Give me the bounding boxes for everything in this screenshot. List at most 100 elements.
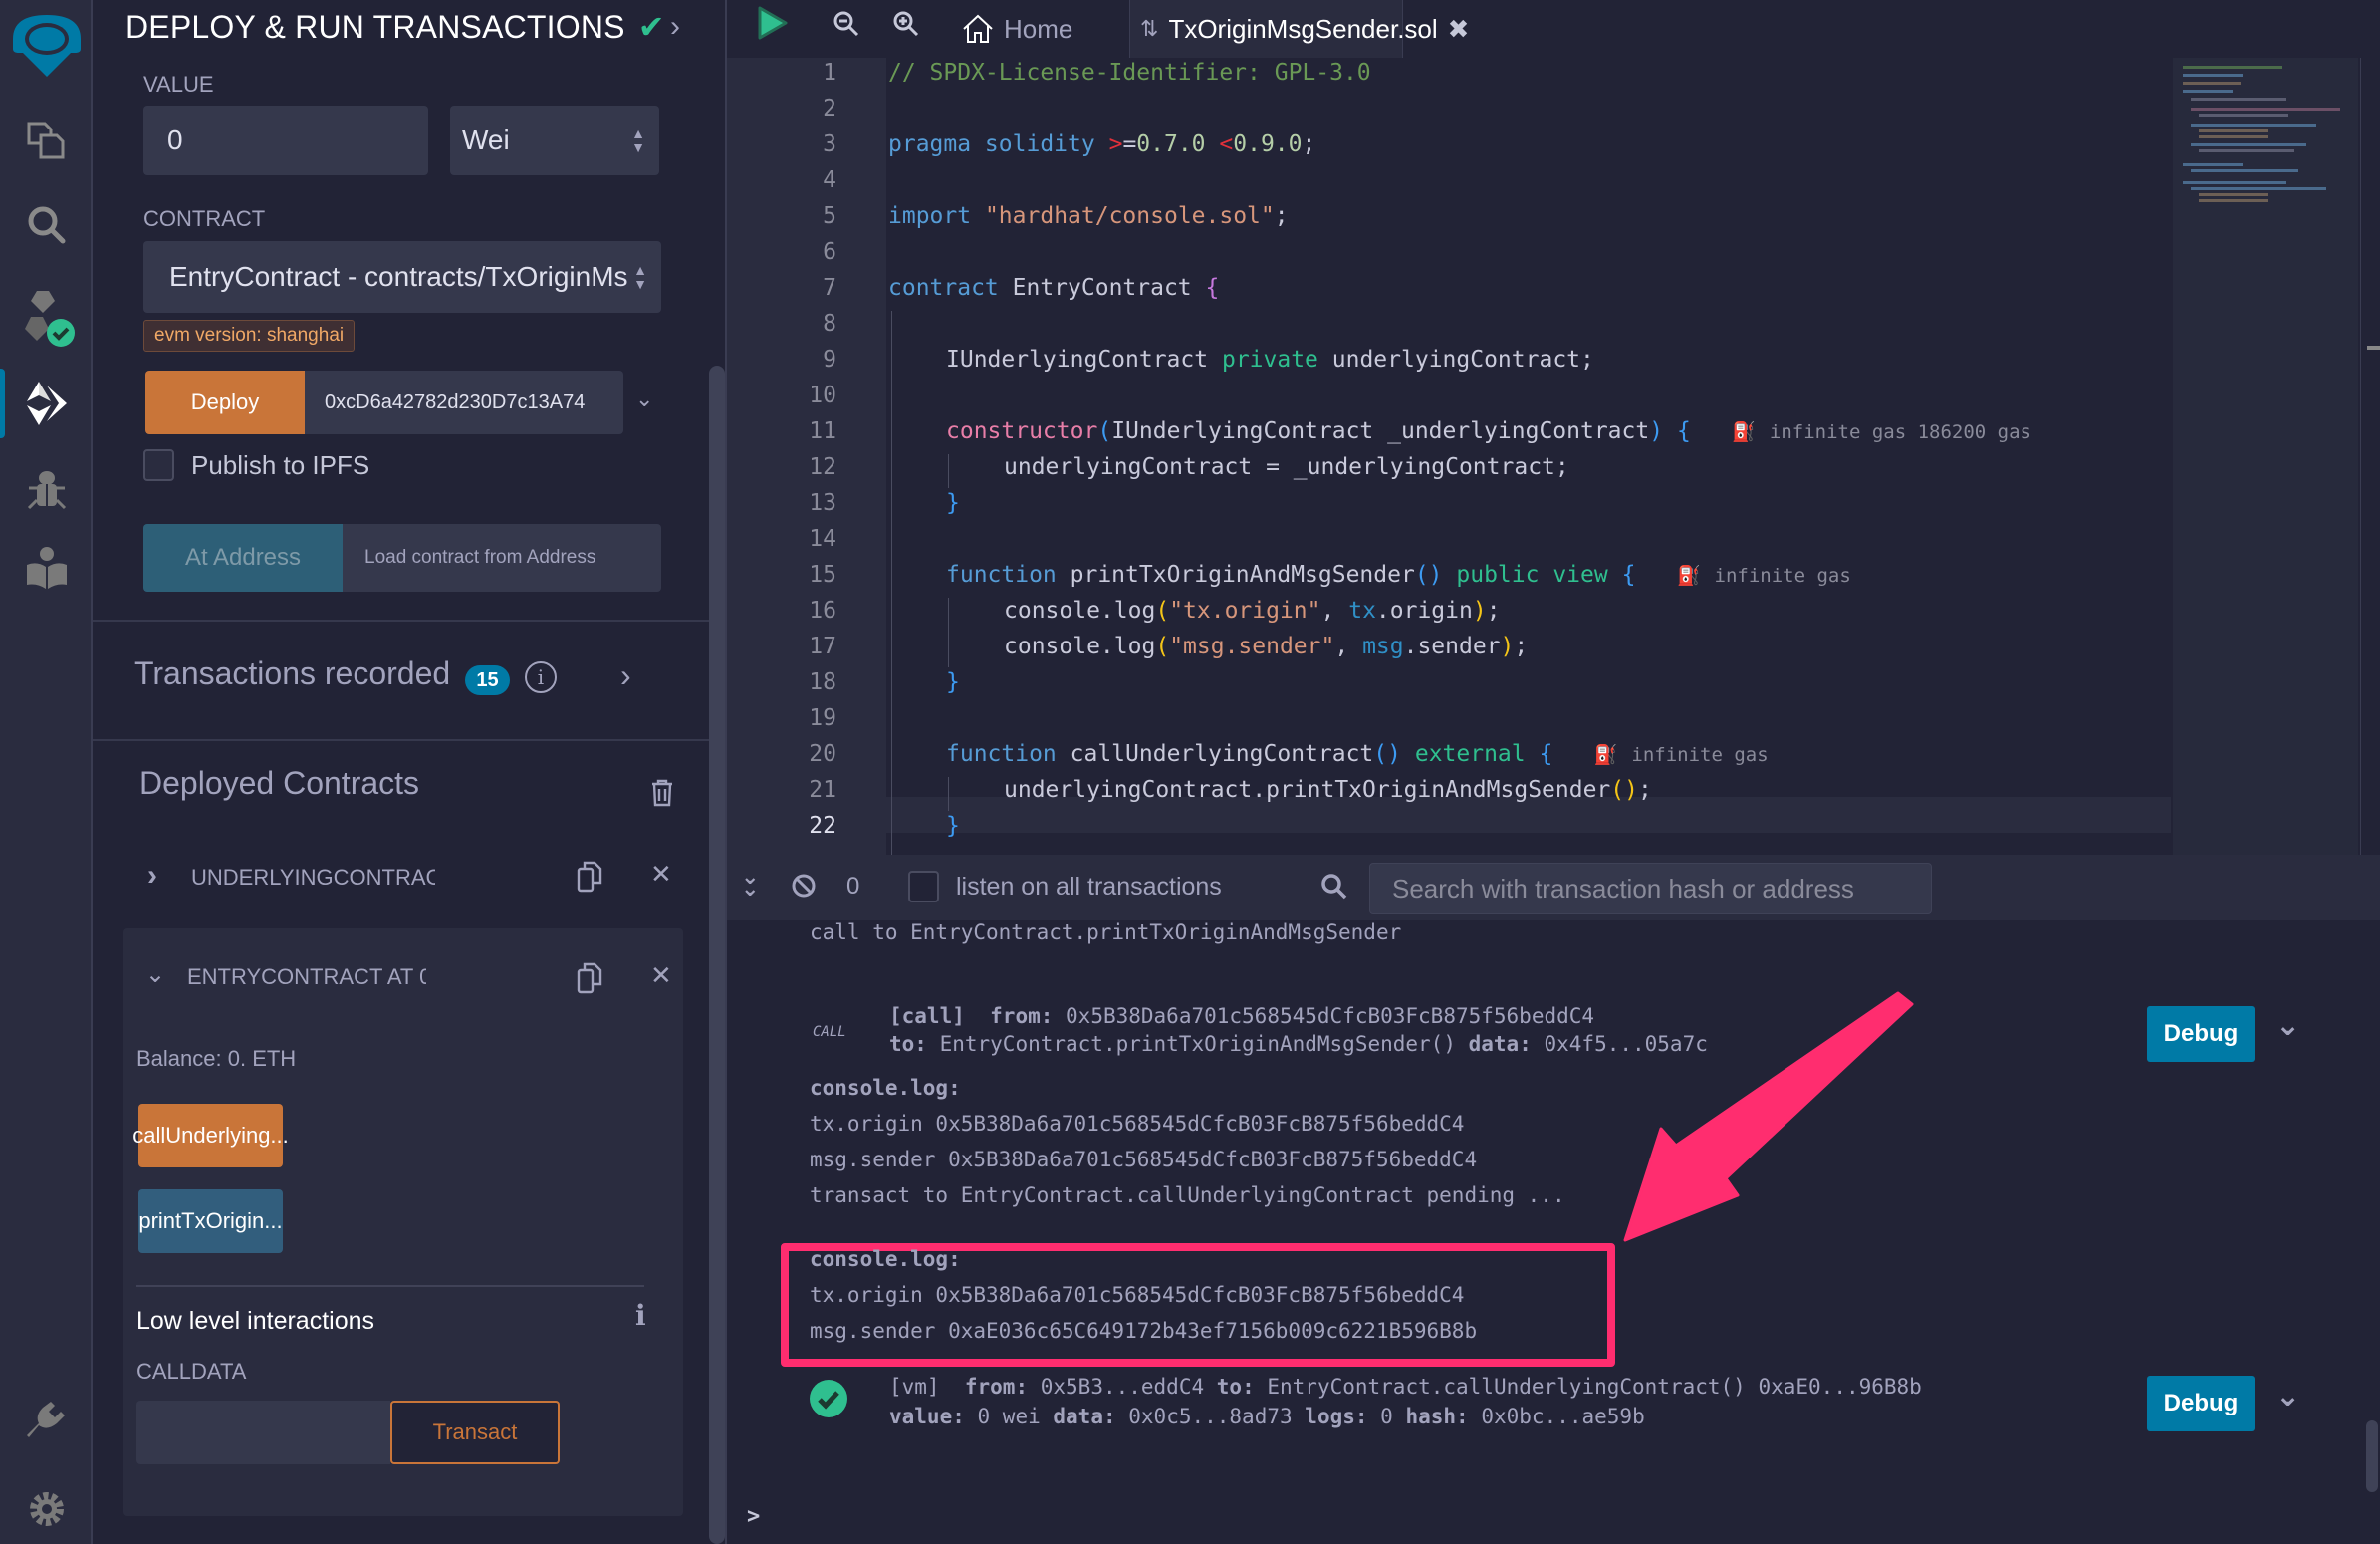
debug-button[interactable]: Debug	[2147, 1376, 2255, 1431]
call-tx-line2[interactable]: to: EntryContract.printTxOriginAndMsgSen…	[889, 1032, 1708, 1056]
transact-button[interactable]: Transact	[390, 1401, 560, 1464]
at-address-button[interactable]: At Address	[143, 524, 343, 592]
line-number: 17	[809, 634, 836, 659]
zoom-out-icon[interactable]	[833, 10, 860, 43]
code-line[interactable]: }	[946, 813, 960, 839]
from-address: 0x5B38Da6a701c568545dCfcB03FcB875f56bedd…	[1066, 1004, 1595, 1028]
terminal-scrollbar[interactable]	[2366, 1420, 2378, 1492]
indent-guide	[891, 311, 892, 863]
line-number: 19	[809, 705, 836, 731]
remix-logo-icon[interactable]	[0, 6, 93, 86]
unit-text: Wei	[462, 125, 510, 155]
deploy-button[interactable]: Deploy	[145, 371, 305, 434]
search-icon[interactable]	[0, 195, 93, 255]
close-icon[interactable]: ✕	[650, 960, 672, 991]
chevron-right-icon[interactable]: ›	[620, 657, 631, 694]
debugger-icon[interactable]	[0, 460, 93, 520]
deployed-contract-label[interactable]: ENTRYCONTRACT AT 0XAE0...96	[187, 964, 426, 990]
close-icon[interactable]: ✕	[650, 859, 672, 890]
value-amount: 0 wei	[977, 1405, 1041, 1428]
code-line[interactable]: constructor(IUnderlyingContract _underly…	[946, 418, 2031, 444]
vm-tx-line1[interactable]: [vm] from: 0x5B3...eddC4 to: EntryContra…	[889, 1375, 1922, 1399]
code-line[interactable]: underlyingContract = _underlyingContract…	[1004, 454, 1569, 480]
call-tx-line1[interactable]: [call] from: 0x5B38Da6a701c568545dCfcB03…	[889, 1004, 1594, 1028]
vm-tx-line2[interactable]: value: 0 wei data: 0x0c5...8ad73 logs: 0…	[889, 1405, 1645, 1428]
code-line[interactable]: IUnderlyingContract private underlyingCo…	[946, 347, 1594, 373]
plugin-manager-icon[interactable]	[0, 1390, 93, 1449]
load-address-input[interactable]: Load contract from Address	[343, 524, 661, 592]
settings-icon[interactable]	[0, 1479, 93, 1539]
keyword: function	[946, 562, 1057, 588]
logs-count: 0	[1380, 1405, 1393, 1428]
code-line[interactable]: pragma solidity >=0.7.0 <0.9.0;	[888, 131, 1315, 157]
tab-txoriginmsgsender[interactable]: ⇅ TxOriginMsgSender.sol ✖	[1129, 0, 1469, 58]
collapse-terminal-icon[interactable]: ⌄ ⌄	[741, 866, 759, 900]
line-number: 11	[809, 418, 836, 444]
deployed-contract-card: ⌄ ENTRYCONTRACT AT 0XAE0...96 ✕ Balance:…	[123, 928, 683, 1516]
contract-select[interactable]: EntryContract - contracts/TxOriginMsgSen…	[143, 241, 661, 313]
solidity-file-icon: ⇅	[1140, 16, 1159, 41]
terminal-search-input[interactable]: Search with transaction hash or address	[1369, 863, 1932, 914]
terminal-prompt[interactable]: >	[747, 1504, 760, 1529]
code-line[interactable]: // SPDX-License-Identifier: GPL-3.0	[888, 60, 1371, 86]
calldata-label: CALLDATA	[136, 1359, 247, 1384]
code-line[interactable]: contract EntryContract {	[888, 275, 1219, 301]
trash-icon[interactable]	[650, 779, 674, 812]
learneth-icon[interactable]	[0, 538, 93, 598]
minimap[interactable]	[2173, 58, 2358, 863]
copy-icon[interactable]	[577, 962, 602, 999]
info-icon[interactable]: i	[525, 661, 557, 693]
clear-console-icon[interactable]	[791, 873, 817, 903]
comment: // SPDX-License-Identifier: GPL-3.0	[888, 60, 1371, 86]
code-line[interactable]: console.log("msg.sender", msg.sender);	[1004, 634, 1528, 659]
terminal-line: call to EntryContract.printTxOriginAndMs…	[810, 920, 1402, 944]
code-line[interactable]: }	[946, 669, 960, 695]
function-button-callUnderlyingContract[interactable]: callUnderlying...	[132, 1104, 289, 1167]
line-number: 10	[809, 383, 836, 408]
copy-icon[interactable]	[577, 861, 602, 898]
tab-bar: Home ⇅ TxOriginMsgSender.sol ✖	[727, 0, 2380, 58]
calldata-input[interactable]	[136, 1401, 390, 1464]
line-number: 12	[809, 454, 836, 480]
divider	[93, 620, 710, 622]
tab-home[interactable]: Home	[962, 0, 1072, 58]
value-input[interactable]: 0	[143, 106, 428, 175]
solidity-compiler-icon[interactable]	[0, 284, 93, 354]
code-line[interactable]: import "hardhat/console.sol";	[888, 203, 1289, 229]
deploy-run-icon[interactable]	[0, 371, 93, 436]
debug-button[interactable]: Debug	[2147, 1006, 2255, 1062]
chevron-down-icon[interactable]: ⌄	[635, 386, 653, 412]
unit-select[interactable]: Wei ▲ ▼	[450, 106, 659, 175]
editor-scrollbar[interactable]	[2367, 346, 2380, 350]
file-explorer-icon[interactable]	[0, 110, 93, 169]
code-line[interactable]: console.log("tx.origin", tx.origin);	[1004, 598, 1501, 624]
close-tab-icon[interactable]: ✖	[1448, 14, 1470, 45]
code-line[interactable]: }	[946, 490, 960, 516]
chevron-down-icon[interactable]: ⌄	[145, 960, 165, 989]
icon-bar	[0, 0, 93, 1544]
expand-tx-icon[interactable]: ⌄	[2275, 1379, 2300, 1414]
params: IUnderlyingContract _underlyingContract	[1111, 418, 1650, 444]
chevron-right-icon[interactable]: ›	[147, 859, 157, 893]
to-target: EntryContract.printTxOriginAndMsgSender(…	[939, 1032, 1456, 1056]
listen-all-checkbox[interactable]	[908, 871, 939, 902]
deploy-constructor-arg-input[interactable]: 0xcD6a42782d230D7c13A74	[305, 371, 623, 434]
gas-estimate: infinite gas	[1631, 744, 1769, 766]
identifier: .origin	[1375, 598, 1473, 624]
zoom-in-icon[interactable]	[892, 10, 920, 43]
info-icon[interactable]: i	[635, 1299, 646, 1332]
panel-scrollbar[interactable]	[709, 366, 725, 1544]
indent-guide	[948, 598, 949, 667]
keyword: pragma solidity	[888, 131, 1095, 157]
chevron-right-icon[interactable]: ›	[670, 10, 680, 44]
tx-kind: [vm]	[889, 1375, 940, 1399]
expand-tx-icon[interactable]: ⌄	[2275, 1008, 2300, 1043]
deployed-contract-label[interactable]: UNDERLYINGCONTRACT AT 0XCD6...	[191, 865, 435, 891]
publish-ipfs-checkbox[interactable]	[143, 449, 174, 481]
string: "msg.sender"	[1169, 634, 1335, 659]
run-icon[interactable]	[757, 6, 789, 45]
code-line[interactable]: function printTxOriginAndMsgSender() pub…	[946, 562, 1851, 588]
code-line[interactable]: underlyingContract.printTxOriginAndMsgSe…	[1004, 777, 1652, 803]
code-line[interactable]: function callUnderlyingContract() extern…	[946, 741, 1769, 767]
function-button-printTxOrigin[interactable]: printTxOrigin...	[138, 1189, 283, 1253]
